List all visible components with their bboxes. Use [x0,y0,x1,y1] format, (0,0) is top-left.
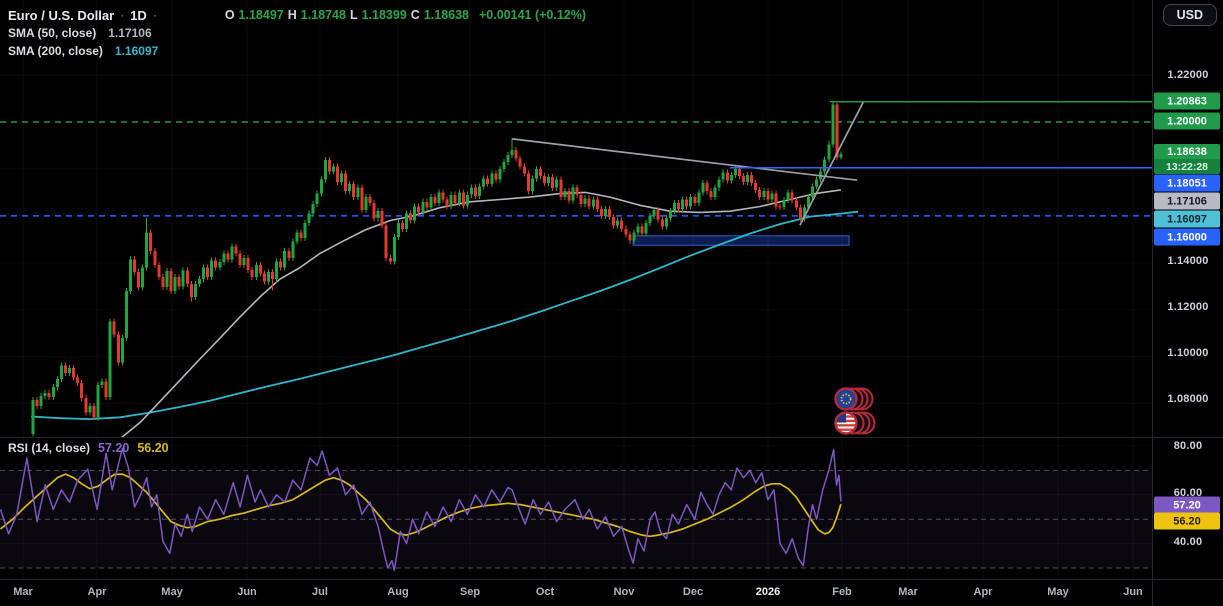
open-label: O [225,8,235,22]
rsi-label: RSI (14, close) [8,441,90,455]
trendline-0 [512,139,857,180]
currency-toggle-button[interactable]: USD [1163,4,1217,26]
month-label-3: Jun [237,586,257,598]
sma200-value: 1.16097 [115,44,158,58]
month-label-9: Dec [683,586,703,598]
close-label: C [411,8,420,22]
economic-event-icons[interactable] [832,385,878,442]
rsi-value: 57.20 [98,441,129,455]
rsi-label-4: 40.00 [1156,536,1220,548]
time-axis[interactable]: Mar Apr May Jun Jul Aug Sep Oct Nov Dec 2026 Feb Mar… [0,580,1152,606]
rsi-ma-value: 56.20 [137,441,168,455]
main-pane [0,102,1152,439]
title-separator-2: · [153,8,157,22]
pane-divider[interactable] [0,437,1223,438]
rsi-label-3: 56.20 [1154,513,1220,530]
sma50-value: 1.17106 [108,26,151,40]
us-flag-event-icon [836,413,875,434]
sma200-legend-row[interactable]: SMA (200, close) 1.16097 [8,42,586,60]
month-label-1: Apr [88,586,107,598]
sma200-label: SMA (200, close) [8,44,103,58]
trading-chart-app: { "header": { "symbol_title": "Euro / U.… [0,0,1223,606]
open-value: 1.18497 [239,8,284,22]
month-label-2: May [161,586,182,598]
ohlc-readout: O 1.18497 H 1.18748 L 1.18399 C 1.18638 +0.0… [225,8,586,22]
month-label-4: Jul [312,586,328,598]
month-label-0: Mar [13,586,33,598]
rsi-label-2: 57.20 [1154,497,1220,514]
month-label-8: Nov [614,586,635,598]
month-label-14: May [1047,586,1068,598]
high-value: 1.18748 [301,8,346,22]
eu-flag-event-icon [836,389,873,410]
chart-legend: Euro / U.S. Dollar · 1D · O 1.18497 H 1.18… [8,6,586,60]
month-label-13: Apr [974,586,993,598]
month-label-10: 2026 [756,586,780,598]
low-value: 1.18399 [362,8,407,22]
close-value: 1.18638 [424,8,469,22]
interval-label[interactable]: 1D [130,8,147,23]
sma50-line [120,190,841,439]
rsi-axis[interactable]: 80.0060.0057.2056.2040.00 [1152,0,1223,606]
axis-separator [1152,0,1153,606]
symbol-title[interactable]: Euro / U.S. Dollar [8,8,114,23]
month-label-6: Sep [460,586,480,598]
rsi-legend-row[interactable]: RSI (14, close) 57.20 56.20 [8,441,169,455]
sma50-label: SMA (50, close) [8,26,96,40]
month-label-7: Oct [536,586,554,598]
title-separator: · [120,8,124,22]
time-axis-divider [0,579,1223,580]
month-label-12: Mar [898,586,918,598]
month-label-5: Aug [387,586,408,598]
month-label-15: Jun [1123,586,1143,598]
change-value: +0.00141 (+0.12%) [479,8,586,22]
month-label-11: Feb [832,586,852,598]
high-label: H [288,8,297,22]
low-label: L [350,8,358,22]
rsi-pane [0,448,1152,570]
price-chart-canvas[interactable] [0,0,1223,606]
rsi-label-0: 80.00 [1156,440,1220,452]
sma50-legend-row[interactable]: SMA (50, close) 1.17106 [8,24,586,42]
candles [32,102,843,437]
